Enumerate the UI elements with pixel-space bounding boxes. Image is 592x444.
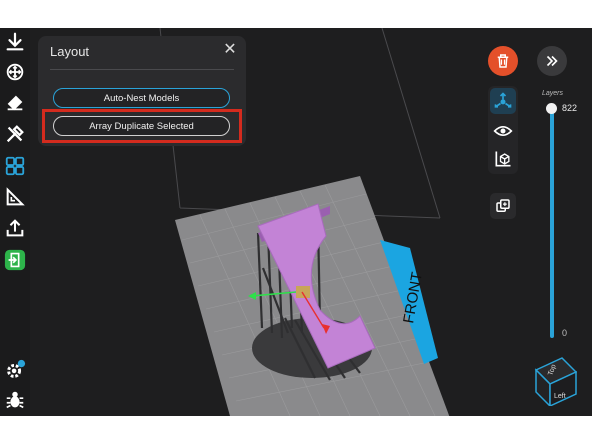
exit-icon[interactable] <box>3 248 27 272</box>
expand-button[interactable] <box>537 46 567 76</box>
settings-icon[interactable] <box>3 358 27 382</box>
layers-label: Layers <box>542 90 564 97</box>
layer-slider-track[interactable] <box>550 110 554 338</box>
bug-icon[interactable] <box>3 388 27 412</box>
view-cube[interactable]: Top Left <box>532 356 578 408</box>
layer-slider-thumb[interactable] <box>546 103 557 114</box>
orient-icon[interactable] <box>3 90 27 114</box>
export-icon[interactable] <box>3 216 27 240</box>
layout-panel: Layout ✕ Auto-Nest Models Array Duplicat… <box>38 36 246 146</box>
layer-top-value: 822 <box>562 103 578 113</box>
transform-gizmo-button[interactable] <box>490 88 516 114</box>
tools-icon[interactable] <box>3 122 27 146</box>
layout-icon[interactable] <box>3 154 27 178</box>
bounding-box-icon <box>495 151 511 167</box>
close-icon[interactable]: ✕ <box>222 42 238 58</box>
app-window: FRONT Layout ✕ Auto-Nest Models Array Du… <box>0 28 592 416</box>
auto-nest-button[interactable]: Auto-Nest Models <box>53 88 230 108</box>
trash-icon <box>497 54 509 68</box>
viewcube-left-label: Left <box>554 393 566 400</box>
array-duplicate-button[interactable]: Array Duplicate Selected <box>53 116 230 136</box>
double-chevron-right-icon <box>546 55 558 67</box>
move-icon[interactable] <box>3 60 27 84</box>
visibility-icon <box>493 126 513 136</box>
transform-gizmo-icon <box>494 92 512 108</box>
delete-button[interactable] <box>488 46 518 76</box>
bounding-box-button[interactable] <box>490 146 516 172</box>
download-icon[interactable] <box>3 30 27 54</box>
layer-bottom-value: 0 <box>562 328 568 338</box>
duplicate-icon <box>496 199 510 212</box>
panel-divider <box>50 69 234 70</box>
left-toolbar <box>0 28 30 416</box>
duplicate-button[interactable] <box>490 193 516 219</box>
measure-icon[interactable] <box>3 185 27 209</box>
visibility-button[interactable] <box>490 118 516 144</box>
panel-title: Layout <box>50 44 90 59</box>
gizmo-plane <box>296 286 310 298</box>
